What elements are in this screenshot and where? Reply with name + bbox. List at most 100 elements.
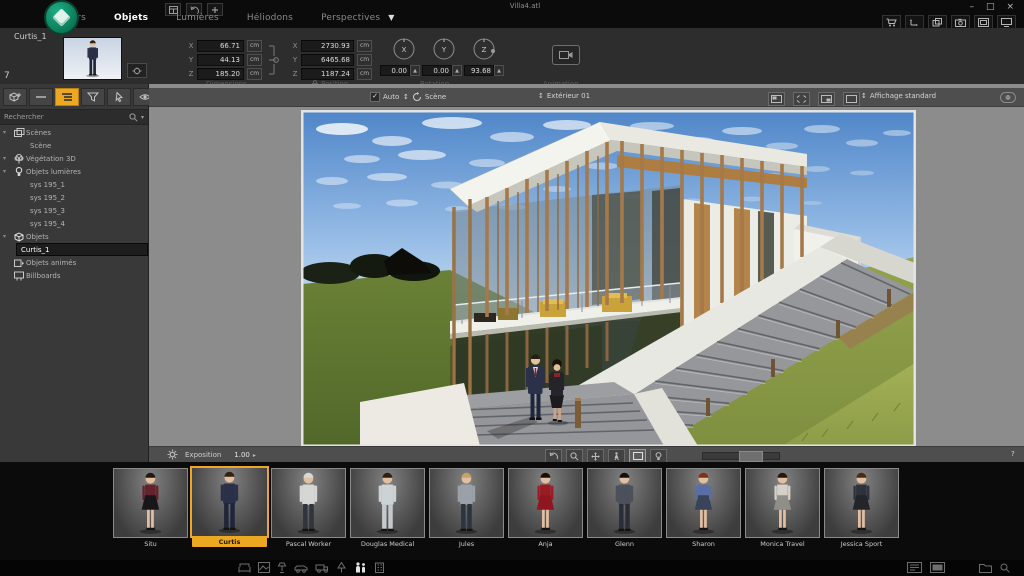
position-z-unit[interactable]: cm [357, 68, 372, 80]
tabs-dropdown-icon[interactable]: ▼ [388, 13, 394, 23]
tree-item-sys-195-1[interactable]: sys 195_1 [0, 178, 148, 191]
position-x-input[interactable]: 2730.93 [301, 40, 354, 52]
search-options-icon[interactable]: ▾ [141, 114, 144, 121]
folder-icon[interactable] [979, 563, 992, 573]
position-z-input[interactable]: 1187.24 [301, 68, 354, 80]
rotation-z-dial[interactable]: Z [471, 36, 497, 62]
dimension-z-input[interactable]: 185.20 [197, 68, 244, 80]
preview-corner-icon[interactable] [818, 92, 835, 106]
library-person-sharon[interactable]: Sharon [666, 468, 741, 549]
object-edit-button[interactable] [127, 63, 147, 78]
dimension-y-input[interactable]: 44.13 [197, 54, 244, 66]
lamp-category-icon[interactable] [277, 562, 287, 573]
tree-item-v-g-tation-3d[interactable]: ▾Végétation 3D [0, 152, 148, 165]
dimension-z-unit[interactable]: cm [247, 68, 262, 80]
library-person-anja[interactable]: Anja [508, 468, 583, 549]
refresh-icon[interactable] [412, 92, 422, 101]
library-person-situ[interactable]: Situ [113, 468, 188, 549]
library-person-douglas-medical[interactable]: Douglas Medical [350, 468, 425, 549]
tree-item-objets[interactable]: ▾Objets [0, 230, 148, 243]
tab-objets[interactable]: Objets [114, 13, 148, 23]
viewport-settings-icon[interactable] [1000, 92, 1016, 103]
catalog-search-icon[interactable] [1000, 563, 1010, 573]
auto-checkbox[interactable]: ✓ [370, 92, 380, 102]
tree-item-sys-195-3[interactable]: sys 195_3 [0, 204, 148, 217]
position-x-unit[interactable]: cm [357, 40, 372, 52]
full-frame-icon[interactable] [843, 92, 860, 106]
person-thumbnail[interactable] [508, 468, 583, 538]
pan-tool-icon[interactable] [587, 449, 604, 463]
picture-category-icon[interactable] [258, 562, 270, 573]
library-person-jules[interactable]: Jules [429, 468, 504, 549]
library-person-curtis[interactable]: Curtis [192, 468, 267, 547]
library-person-glenn[interactable]: Glenn [587, 468, 662, 549]
animation-button[interactable] [552, 45, 580, 65]
scene-selector[interactable]: ↕ Scène [403, 92, 446, 101]
close-button[interactable]: × [1006, 2, 1014, 12]
preview-inset-icon[interactable] [768, 92, 785, 106]
catalog-view-icon[interactable] [907, 562, 922, 573]
rotation-y-dial[interactable]: Y [431, 36, 457, 62]
light-preview-icon[interactable] [650, 449, 667, 463]
person-thumbnail[interactable] [271, 468, 346, 538]
dimension-x-unit[interactable]: cm [247, 40, 262, 52]
select-tool-button[interactable] [107, 88, 131, 106]
render-3d-view[interactable] [301, 110, 916, 447]
rotation-x-step-up[interactable]: ▲ [410, 65, 420, 76]
position-y-unit[interactable]: cm [357, 54, 372, 66]
expand-arrow-icon[interactable]: ▾ [3, 168, 12, 175]
display-icon[interactable] [997, 15, 1016, 29]
maximize-button[interactable]: □ [986, 2, 995, 12]
building-category-icon[interactable] [374, 562, 385, 573]
furniture-category-icon[interactable] [238, 562, 251, 573]
expand-arrow-icon[interactable]: ▾ [3, 155, 12, 162]
rotation-x-dial[interactable]: X [391, 36, 417, 62]
view-selector[interactable]: ↕ Extérieur 01 [538, 92, 590, 100]
tree-item-objets-anim-s[interactable]: Objets animés [0, 256, 148, 269]
tree-item-sys-195-4[interactable]: sys 195_4 [0, 217, 148, 230]
exposition-dropdown-icon[interactable]: ▸ [253, 452, 256, 459]
person-thumbnail[interactable] [113, 468, 188, 538]
camera-icon[interactable] [951, 15, 970, 29]
flat-list-button[interactable] [29, 88, 53, 106]
walk-tool-icon[interactable] [608, 449, 625, 463]
filter-button[interactable] [81, 88, 105, 106]
display-mode-selector[interactable]: ↕ Affichage standard [861, 92, 936, 100]
search-input[interactable] [0, 113, 129, 121]
position-y-input[interactable]: 6465.68 [301, 54, 354, 66]
person-thumbnail[interactable] [745, 468, 820, 538]
exposition-value[interactable]: 1.00 [234, 451, 250, 459]
expand-arrow-icon[interactable]: ▾ [3, 129, 12, 136]
person-thumbnail[interactable] [587, 468, 662, 538]
render-frame-icon[interactable] [974, 15, 993, 29]
person-thumbnail[interactable] [824, 468, 899, 538]
object-preview-thumbnail[interactable] [63, 37, 122, 80]
expand-arrow-icon[interactable]: ▾ [3, 233, 12, 240]
zoom-slider-thumb[interactable] [739, 451, 763, 462]
rotation-z-input[interactable]: 93.68 [464, 65, 494, 76]
tab-lumieres[interactable]: Lumières [176, 13, 219, 23]
tree-item-sys-195-2[interactable]: sys 195_2 [0, 191, 148, 204]
move-tool-icon[interactable] [905, 15, 924, 29]
link-dimensions-icon[interactable] [269, 40, 281, 80]
library-person-jessica-sport[interactable]: Jessica Sport [824, 468, 899, 549]
person-thumbnail[interactable] [429, 468, 504, 538]
minimize-button[interactable]: – [969, 2, 974, 12]
rotation-y-step-up[interactable]: ▲ [452, 65, 462, 76]
tree-item-curtis-1[interactable]: Curtis_1 [16, 243, 148, 256]
library-person-monica-travel[interactable]: Monica Travel [745, 468, 820, 549]
dimension-y-unit[interactable]: cm [247, 54, 262, 66]
people-category-icon[interactable] [354, 562, 367, 573]
help-button[interactable]: ? [1011, 450, 1015, 458]
person-thumbnail[interactable] [350, 468, 425, 538]
duplicate-icon[interactable] [928, 15, 947, 29]
catalog-cart-icon[interactable] [882, 15, 901, 29]
person-thumbnail[interactable] [666, 468, 741, 538]
zoom-tool-icon[interactable] [566, 449, 583, 463]
undo-view-icon[interactable] [545, 449, 562, 463]
person-thumbnail[interactable] [190, 466, 269, 538]
render-settings-icon[interactable] [167, 449, 178, 460]
tree-item-sc-nes[interactable]: ▾Scènes [0, 126, 148, 139]
rotation-z-step-up[interactable]: ▲ [494, 65, 504, 76]
rotation-x-input[interactable]: 0.00 [380, 65, 410, 76]
